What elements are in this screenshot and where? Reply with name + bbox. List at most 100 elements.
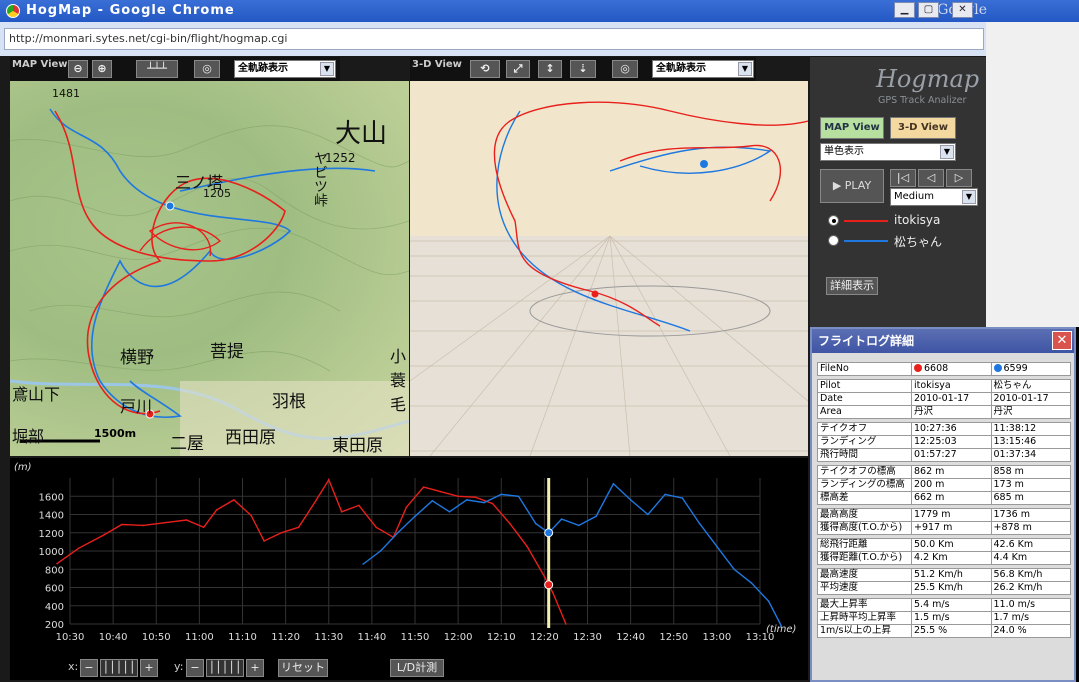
zoom-y-label: y: xyxy=(174,660,184,673)
row-value: 1.7 m/s xyxy=(990,611,1071,625)
zoom-x-plus-button[interactable]: + xyxy=(140,659,158,677)
series-point-0 xyxy=(297,526,300,529)
x-tick-label: 11:50 xyxy=(401,632,430,643)
step-back-icon[interactable]: ◁ xyxy=(918,169,944,187)
maximize-icon[interactable]: ▢ xyxy=(918,2,939,18)
close-icon[interactable]: ✕ xyxy=(952,2,973,18)
map-track-select-value: 全軌跡表示 xyxy=(238,63,288,74)
zoom-out-icon[interactable]: ⊖ xyxy=(68,60,88,78)
table-row: 最大上昇率 5.4 m/s 11.0 m/s xyxy=(817,598,1071,612)
rewind-icon[interactable]: |◁ xyxy=(890,169,916,187)
row-value: 松ちゃん xyxy=(990,379,1071,393)
map-label-elev-1481: 1481 xyxy=(52,87,80,100)
x-tick-label: 12:30 xyxy=(573,632,602,643)
zoom-in-icon[interactable]: ⊕ xyxy=(92,60,112,78)
play-button[interactable]: ▶ PLAY xyxy=(820,169,884,203)
row-label: テイクオフ xyxy=(817,422,912,436)
pilot-row-matsuchan[interactable]: 松ちゃん xyxy=(828,233,978,249)
map-view-button[interactable]: MAP View xyxy=(820,117,884,139)
row-value: 662 m xyxy=(911,491,992,505)
y-tick-label: 400 xyxy=(45,602,64,613)
ld-calc-button[interactable]: L/D計測 xyxy=(390,659,444,677)
series-point-0 xyxy=(185,519,188,521)
series-point-0 xyxy=(250,514,252,517)
table-row: FileNo 6608 6599 xyxy=(817,362,1071,376)
y-tick-label: 1000 xyxy=(39,547,64,558)
zoom-x-label: x: xyxy=(68,660,79,673)
radio-unselected-icon[interactable] xyxy=(828,235,839,246)
view3d-button[interactable]: 3-D View xyxy=(890,117,956,139)
speed-select[interactable]: Medium ▼ xyxy=(890,188,978,206)
y-tick-label: 1400 xyxy=(39,511,64,522)
x-tick-label: 12:20 xyxy=(530,632,559,643)
step-forward-icon[interactable]: ▷ xyxy=(946,169,972,187)
series-point-0 xyxy=(491,502,494,505)
pilot-name: 松ちゃん xyxy=(894,235,943,249)
view3d-track-select[interactable]: 全軌跡表示 ▼ xyxy=(652,60,754,78)
flight-log-title: フライトログ詳細 xyxy=(818,334,915,348)
down-arrow-icon[interactable]: ⇣ xyxy=(570,60,596,78)
url-field[interactable]: http://monmari.sytes.net/cgi-bin/flight/… xyxy=(4,28,984,50)
map-label-togawa: 戸川 xyxy=(120,397,153,416)
map-view[interactable]: 大山 1252 三ノ塔 1205 ヤビツ峠 1481 菩提 横野 羽根 西田原 … xyxy=(10,81,409,456)
row-value: +917 m xyxy=(911,521,992,535)
table-row: Pilot itokisya 松ちゃん xyxy=(817,379,1071,393)
x-tick-label: 10:30 xyxy=(56,632,85,643)
blue-dot-icon xyxy=(993,364,1002,372)
speed-value: Medium xyxy=(894,191,934,202)
row-value: 01:57:27 xyxy=(911,448,992,462)
map-scale-label: 1500m xyxy=(94,427,137,440)
file-no: 6608 xyxy=(924,363,949,374)
zoom-y-minus-button[interactable]: − xyxy=(186,659,204,677)
legend-line-red xyxy=(844,220,888,222)
ruler-icon[interactable]: ┴┴┴ xyxy=(136,60,178,78)
x-tick-label: 12:50 xyxy=(659,632,688,643)
detail-view-button[interactable]: 詳細表示 xyxy=(826,277,878,295)
series-point-0 xyxy=(263,540,265,542)
series-point-0 xyxy=(280,531,283,534)
series-point-0 xyxy=(440,490,442,493)
center-3d-icon[interactable]: ◎ xyxy=(612,60,638,78)
series-point-0 xyxy=(142,524,145,527)
reset-button[interactable]: リセット xyxy=(278,659,328,677)
minimize-icon[interactable]: ▁ xyxy=(894,2,915,18)
series-point-1 xyxy=(733,568,735,571)
series-point-1 xyxy=(767,600,770,602)
map-label-elev-1205: 1205 xyxy=(203,187,231,200)
series-point-1 xyxy=(465,499,468,501)
series-line-1 xyxy=(362,482,783,627)
map-track-select[interactable]: 全軌跡表示 ▼ xyxy=(234,60,336,78)
series-point-0 xyxy=(103,533,106,536)
expand-icon[interactable]: ⤢ xyxy=(506,60,530,78)
rotate-icon[interactable]: ⟲ xyxy=(470,60,500,78)
pilot-name: itokisya xyxy=(894,213,941,227)
center-icon[interactable]: ◎ xyxy=(194,60,220,78)
series-point-0 xyxy=(120,523,123,526)
zoom-x-minus-button[interactable]: − xyxy=(80,659,98,677)
series-point-0 xyxy=(552,592,554,594)
radio-selected-icon[interactable] xyxy=(828,215,839,226)
zoom-y-slider[interactable]: │││││ xyxy=(206,659,244,677)
zoom-x-slider[interactable]: │││││ xyxy=(100,659,138,677)
row-value: 2010-01-17 xyxy=(990,392,1071,406)
x-tick-label: 11:10 xyxy=(228,632,257,643)
chart-controls: x: − │││││ + y: − │││││ + リセット L/D計測 xyxy=(10,656,808,680)
color-mode-select[interactable]: 単色表示 ▼ xyxy=(820,143,956,161)
table-row: 総飛行距離 50.0 Km 42.6 Km xyxy=(817,538,1071,552)
close-icon[interactable]: ✕ xyxy=(1052,331,1072,350)
view3d-canvas[interactable] xyxy=(410,81,808,456)
pilot-row-itokisya[interactable]: itokisya xyxy=(828,213,978,229)
table-row: 平均速度 25.5 Km/h 26.2 Km/h xyxy=(817,581,1071,595)
file-no: 6599 xyxy=(1003,363,1028,374)
file-cell-1: 6608 xyxy=(911,362,992,376)
series-point-1 xyxy=(664,493,666,496)
table-row: 最高高度 1779 m 1736 m xyxy=(817,508,1071,522)
vertical-icon[interactable]: ↕ xyxy=(538,60,562,78)
altitude-chart[interactable]: (m) (time) 200 400 600 800 1000 1200 1400 1600 1… xyxy=(10,458,808,656)
row-value: 12:25:03 xyxy=(911,435,992,449)
row-label: 平均速度 xyxy=(817,581,912,595)
zoom-y-plus-button[interactable]: + xyxy=(246,659,264,677)
series-point-1 xyxy=(500,493,503,496)
map-label-yokono: 横野 xyxy=(120,348,154,368)
row-value: 11.0 m/s xyxy=(990,598,1071,612)
